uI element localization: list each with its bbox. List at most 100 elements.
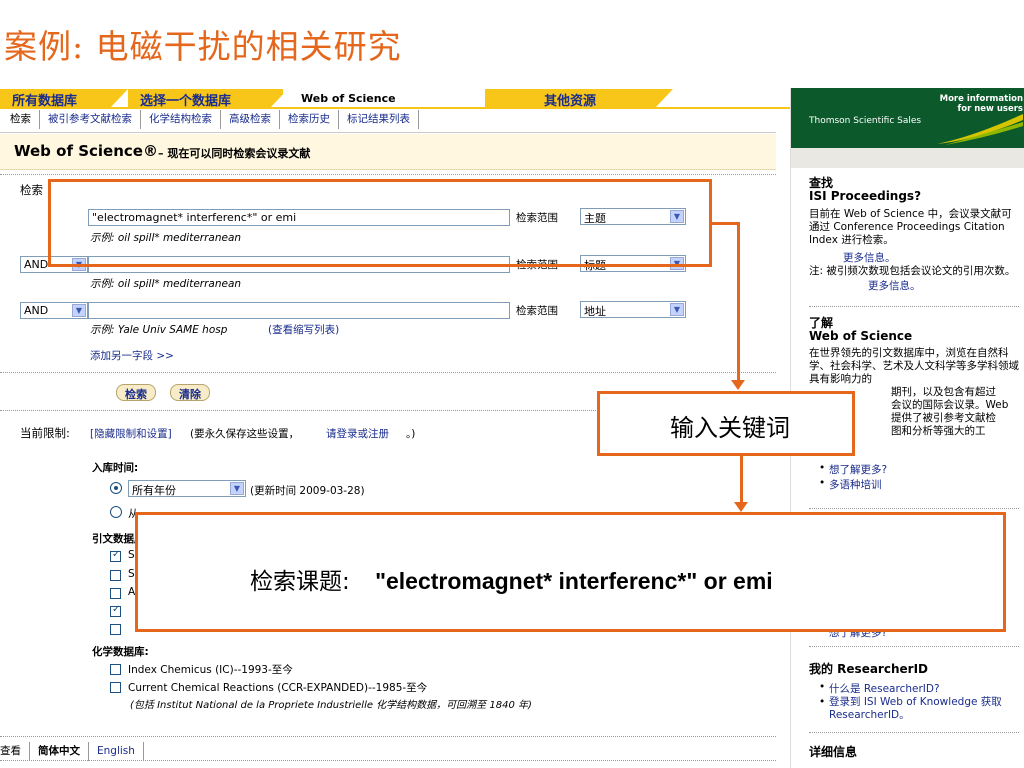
citation-db-item-1: S <box>128 549 135 561</box>
isi-proceedings-text: 目前在 Web of Science 中，会议录文献可通过 Conference… <box>809 208 1012 246</box>
scope-label-3: 检索范围 <box>516 305 558 317</box>
operator-select-3[interactable]: AND ▼ <box>20 302 88 319</box>
current-limits-label: 当前限制: <box>20 426 70 440</box>
all-years-radio[interactable] <box>110 482 122 494</box>
arrow-down-icon <box>734 502 748 512</box>
subnav-structure-search[interactable]: 化学结构检索 <box>141 110 221 129</box>
scope-value-3: 地址 <box>584 305 606 318</box>
all-years-value: 所有年份 <box>132 484 176 497</box>
more-info-link-1[interactable]: 更多信息。 <box>843 250 896 265</box>
citation-db-item-2: S <box>128 568 135 580</box>
tab-other-resources[interactable]: 其他资源 <box>485 89 673 109</box>
topic-query: "electromagnet* interferenc*" or emi <box>375 568 773 594</box>
subnav-divider <box>0 132 776 133</box>
chem-db-checkbox-2[interactable] <box>110 682 121 693</box>
chevron-down-icon: ▼ <box>670 303 684 316</box>
hide-limits-link[interactable]: [隐藏限制和设置] <box>90 426 172 441</box>
divider <box>0 372 776 373</box>
subnav-advanced-search[interactable]: 高级检索 <box>221 110 280 129</box>
details-heading: 详细信息 <box>809 745 858 759</box>
sidebar-divider <box>809 306 1019 307</box>
view-label: 查看 <box>0 742 30 761</box>
chem-db-note: (包括 Institut National de la Propriete In… <box>130 700 532 711</box>
divider <box>0 174 776 175</box>
slide-title: 案例: 电磁干扰的相关研究 <box>4 27 402 66</box>
callout-connector <box>737 222 740 380</box>
page-title: Web of Science® <box>14 142 158 160</box>
callout-connector <box>710 222 739 225</box>
citation-db-checkbox-5[interactable] <box>110 624 121 635</box>
search-button[interactable]: 检索 <box>116 384 156 401</box>
chem-db-checkbox-1[interactable] <box>110 664 121 675</box>
operator-value-3: AND <box>24 304 49 317</box>
sidebar-band <box>791 148 1024 168</box>
get-researcherid-link[interactable]: 登录到 ISI Web of Knowledge 获取 ResearcherID… <box>819 696 1019 722</box>
search-label: 检索 <box>20 183 43 197</box>
citation-db-checkbox-4[interactable] <box>110 604 121 617</box>
subnav-search-history[interactable]: 检索历史 <box>280 110 339 129</box>
database-tabbar: 所有数据库 选择一个数据库 Web of Science 其他资源 <box>0 88 790 109</box>
citation-db-checkbox-2[interactable] <box>110 570 121 581</box>
keyword-callout-label: 输入关键词 <box>670 414 790 442</box>
search-input-3[interactable] <box>88 302 510 319</box>
tab-select-database[interactable]: 选择一个数据库 <box>128 89 288 109</box>
citation-db-checkbox-3[interactable] <box>110 588 121 599</box>
page-subtitle: – 现在可以同时检索会议录文献 <box>158 147 311 160</box>
wos-description-5: 图和分析等强大的工 <box>891 425 986 437</box>
abbreviation-list-link[interactable]: (查看缩写列表) <box>268 322 339 337</box>
wos-description-4: 提供了被引参考文献检 <box>891 412 996 424</box>
sidebar-banner[interactable]: Thomson Scientific Sales More informatio… <box>791 88 1024 148</box>
save-settings-note-end: 。) <box>406 428 416 440</box>
swoosh-logo-icon <box>937 114 1023 145</box>
sidebar-divider <box>809 646 1019 647</box>
divider <box>0 760 776 761</box>
language-bar: 查看 简体中文 English <box>0 742 144 761</box>
brand-label: Thomson Scientific Sales <box>809 116 922 126</box>
subnav-search[interactable]: 检索 <box>10 110 40 129</box>
example-hint-3: 示例: Yale Univ SAME hosp <box>90 324 228 336</box>
operator-value-2: AND <box>24 258 49 271</box>
more-info-link-2[interactable]: 更多信息。 <box>868 278 921 293</box>
chem-db-item-1: Index Chemicus (IC)--1993-至今 <box>128 664 293 676</box>
training-link[interactable]: 多语种培训 <box>819 477 881 492</box>
sidebar-divider <box>809 508 1019 509</box>
search-field-highlight <box>48 179 712 267</box>
wos-description-2: 期刊，以及包含有超过 <box>891 386 996 398</box>
topic-prefix: 检索课题: <box>250 569 350 595</box>
year-range-radio[interactable] <box>110 506 122 518</box>
entry-time-label: 入库时间: <box>92 462 139 474</box>
learn-more-link[interactable]: 想了解更多? <box>819 462 887 477</box>
clear-button[interactable]: 清除 <box>170 384 210 401</box>
lang-chinese[interactable]: 简体中文 <box>30 742 89 761</box>
chem-db-item-2: Current Chemical Reactions (CCR-EXPANDED… <box>128 682 428 694</box>
citation-note: 注: 被引频次数现包括会议论文的引用次数。 <box>809 265 1016 277</box>
callout-connector <box>740 456 743 502</box>
all-years-select[interactable]: 所有年份 ▼ <box>128 480 246 497</box>
chevron-down-icon: ▼ <box>72 304 86 317</box>
login-register-link[interactable]: 请登录或注册 <box>326 426 389 441</box>
wos-description: 在世界领先的引文数据库中，浏览在自然科学、社会科学、艺术及人文科学等多学科领域具… <box>809 347 1019 385</box>
citation-db-checkbox-1[interactable] <box>110 549 121 562</box>
tab-divider <box>0 107 790 109</box>
add-field-link[interactable]: 添加另一字段 >> <box>90 348 174 363</box>
divider <box>0 736 776 737</box>
lang-english[interactable]: English <box>89 742 144 761</box>
topic-callout: 检索课题: "electromagnet* interferenc*" or e… <box>135 512 1006 632</box>
subnav-marked-list[interactable]: 标记结果列表 <box>339 110 419 129</box>
tab-all-databases[interactable]: 所有数据库 <box>0 89 128 109</box>
researcherid-heading: 我的 ResearcherID <box>809 662 928 676</box>
arrow-down-icon <box>731 380 745 390</box>
wos-description-3: 会议的国际会议录。Web <box>891 399 1009 411</box>
subnav-cited-ref-search[interactable]: 被引参考文献检索 <box>40 110 141 129</box>
update-time: (更新时间 2009-03-28) <box>250 485 365 497</box>
what-is-researcherid-link[interactable]: 什么是 ResearcherID? <box>819 681 940 696</box>
example-hint-2: 示例: oil spill* mediterranean <box>90 278 242 290</box>
search-subnav: 检索 被引参考文献检索 化学结构检索 高级检索 检索历史 标记结果列表 <box>10 110 419 129</box>
sidebar-divider <box>809 732 1019 733</box>
scope-select-3[interactable]: 地址 ▼ <box>580 301 686 318</box>
wos-header: Web of Science® – 现在可以同时检索会议录文献 <box>0 134 776 170</box>
chem-db-label: 化学数据库: <box>92 646 149 658</box>
topic-callout-text: 检索课题: "electromagnet* interferenc*" or e… <box>250 562 773 596</box>
tab-web-of-science[interactable]: Web of Science <box>283 89 423 108</box>
isi-proceedings-heading: ISI Proceedings? <box>809 189 922 203</box>
